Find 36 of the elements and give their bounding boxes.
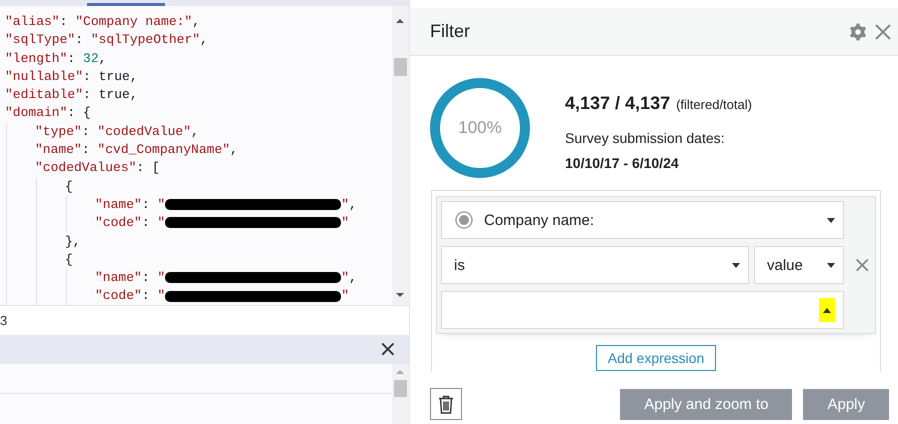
radio-icon: [454, 210, 474, 230]
code-line: "domain": {: [5, 104, 91, 122]
code-line: {: [65, 178, 73, 196]
panel-title: Filter: [430, 21, 471, 42]
close-button[interactable]: ×: [378, 338, 409, 360]
code-line: "type": "codedValue",: [35, 122, 199, 141]
dates-label: Survey submission dates:: [565, 130, 726, 146]
scrollbar[interactable]: [392, 6, 409, 305]
code-line: "code": " ": [95, 214, 350, 232]
code-line: "length": 32,: [5, 50, 106, 68]
scrollbar[interactable]: [392, 364, 409, 424]
trash-icon[interactable]: [430, 388, 462, 420]
date-range: 10/10/17 - 6/10/24: [565, 155, 680, 171]
value-input-field[interactable]: [441, 291, 844, 329]
status-text: 3: [0, 313, 8, 328]
value-mode-dropdown[interactable]: value: [754, 246, 844, 284]
code-line: "sqlType": "sqlTypeOther",: [5, 31, 208, 50]
code-line: "nullable": true,: [5, 68, 138, 86]
close-icon[interactable]: [874, 22, 892, 40]
filtered-count: 4,137 / 4,137: [565, 93, 670, 114]
caret-icon[interactable]: [819, 298, 835, 322]
code-line: "alias": "Company name:",: [5, 13, 200, 31]
code-line: "codedValues": [: [35, 159, 160, 178]
code-line: "code": " ": [95, 287, 350, 305]
code-line: "name": " ",: [95, 269, 357, 288]
code-line: "editable": true,: [5, 86, 138, 104]
settings-icon[interactable]: [848, 22, 868, 42]
percent-label: 100%: [458, 118, 502, 138]
code-line: "name": " ",: [95, 196, 357, 214]
field-dropdown[interactable]: Company name:: [441, 201, 844, 239]
code-line: "name": "cvd_CompanyName",: [35, 141, 238, 160]
code-line: },: [65, 232, 81, 251]
count-note: (filtered/total): [676, 97, 752, 112]
operator-dropdown[interactable]: is: [441, 246, 749, 284]
code-line: {: [65, 250, 73, 269]
add-expression-button[interactable]: Add expression: [596, 345, 716, 371]
